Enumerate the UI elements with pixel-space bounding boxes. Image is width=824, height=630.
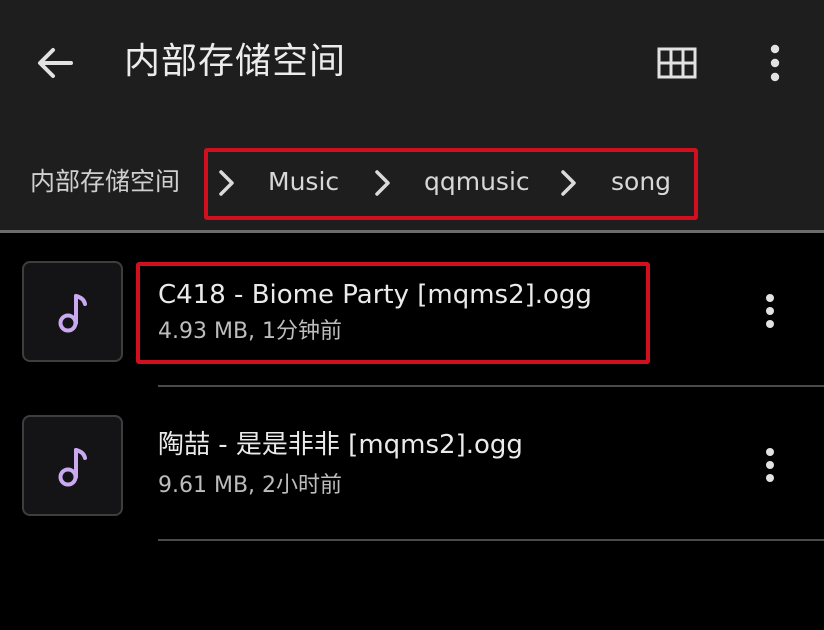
- breadcrumb: 内部存储空间 Music qqmusic song: [0, 132, 824, 230]
- grid-view-button[interactable]: [652, 40, 702, 86]
- breadcrumb-item-song[interactable]: song: [611, 162, 671, 202]
- list-divider: [158, 539, 824, 541]
- app-bar: 内部存储空间: [0, 0, 824, 132]
- more-vert-icon: [766, 294, 774, 328]
- file-thumbnail: [22, 261, 123, 362]
- arrow-left-icon: [38, 48, 73, 78]
- grid-view-icon: [657, 47, 697, 79]
- breadcrumb-root[interactable]: 内部存储空间: [30, 162, 180, 202]
- chevron-right-icon: [561, 170, 576, 196]
- more-options-button[interactable]: [752, 40, 798, 86]
- breadcrumb-item-qqmusic[interactable]: qqmusic: [424, 162, 530, 202]
- chevron-right-icon: [219, 170, 234, 196]
- more-vert-icon: [766, 448, 774, 482]
- file-name: 陶喆 - 是是非非 [mqms2].ogg: [158, 430, 523, 460]
- file-more-button[interactable]: [748, 281, 792, 341]
- file-thumbnail: [22, 415, 123, 516]
- back-button[interactable]: [30, 40, 80, 86]
- breadcrumb-item-music[interactable]: Music: [268, 162, 339, 202]
- file-more-button[interactable]: [748, 435, 792, 495]
- list-item[interactable]: 陶喆 - 是是非非 [mqms2].ogg 9.61 MB, 2小时前: [0, 387, 824, 541]
- music-note-icon: [58, 447, 87, 486]
- file-highlight-box: [136, 262, 650, 364]
- more-vert-icon: [770, 44, 780, 82]
- chevron-right-icon: [375, 170, 390, 196]
- page-title: 内部存储空间: [124, 41, 347, 82]
- file-meta: 9.61 MB, 2小时前: [158, 473, 343, 498]
- music-note-icon: [58, 293, 87, 332]
